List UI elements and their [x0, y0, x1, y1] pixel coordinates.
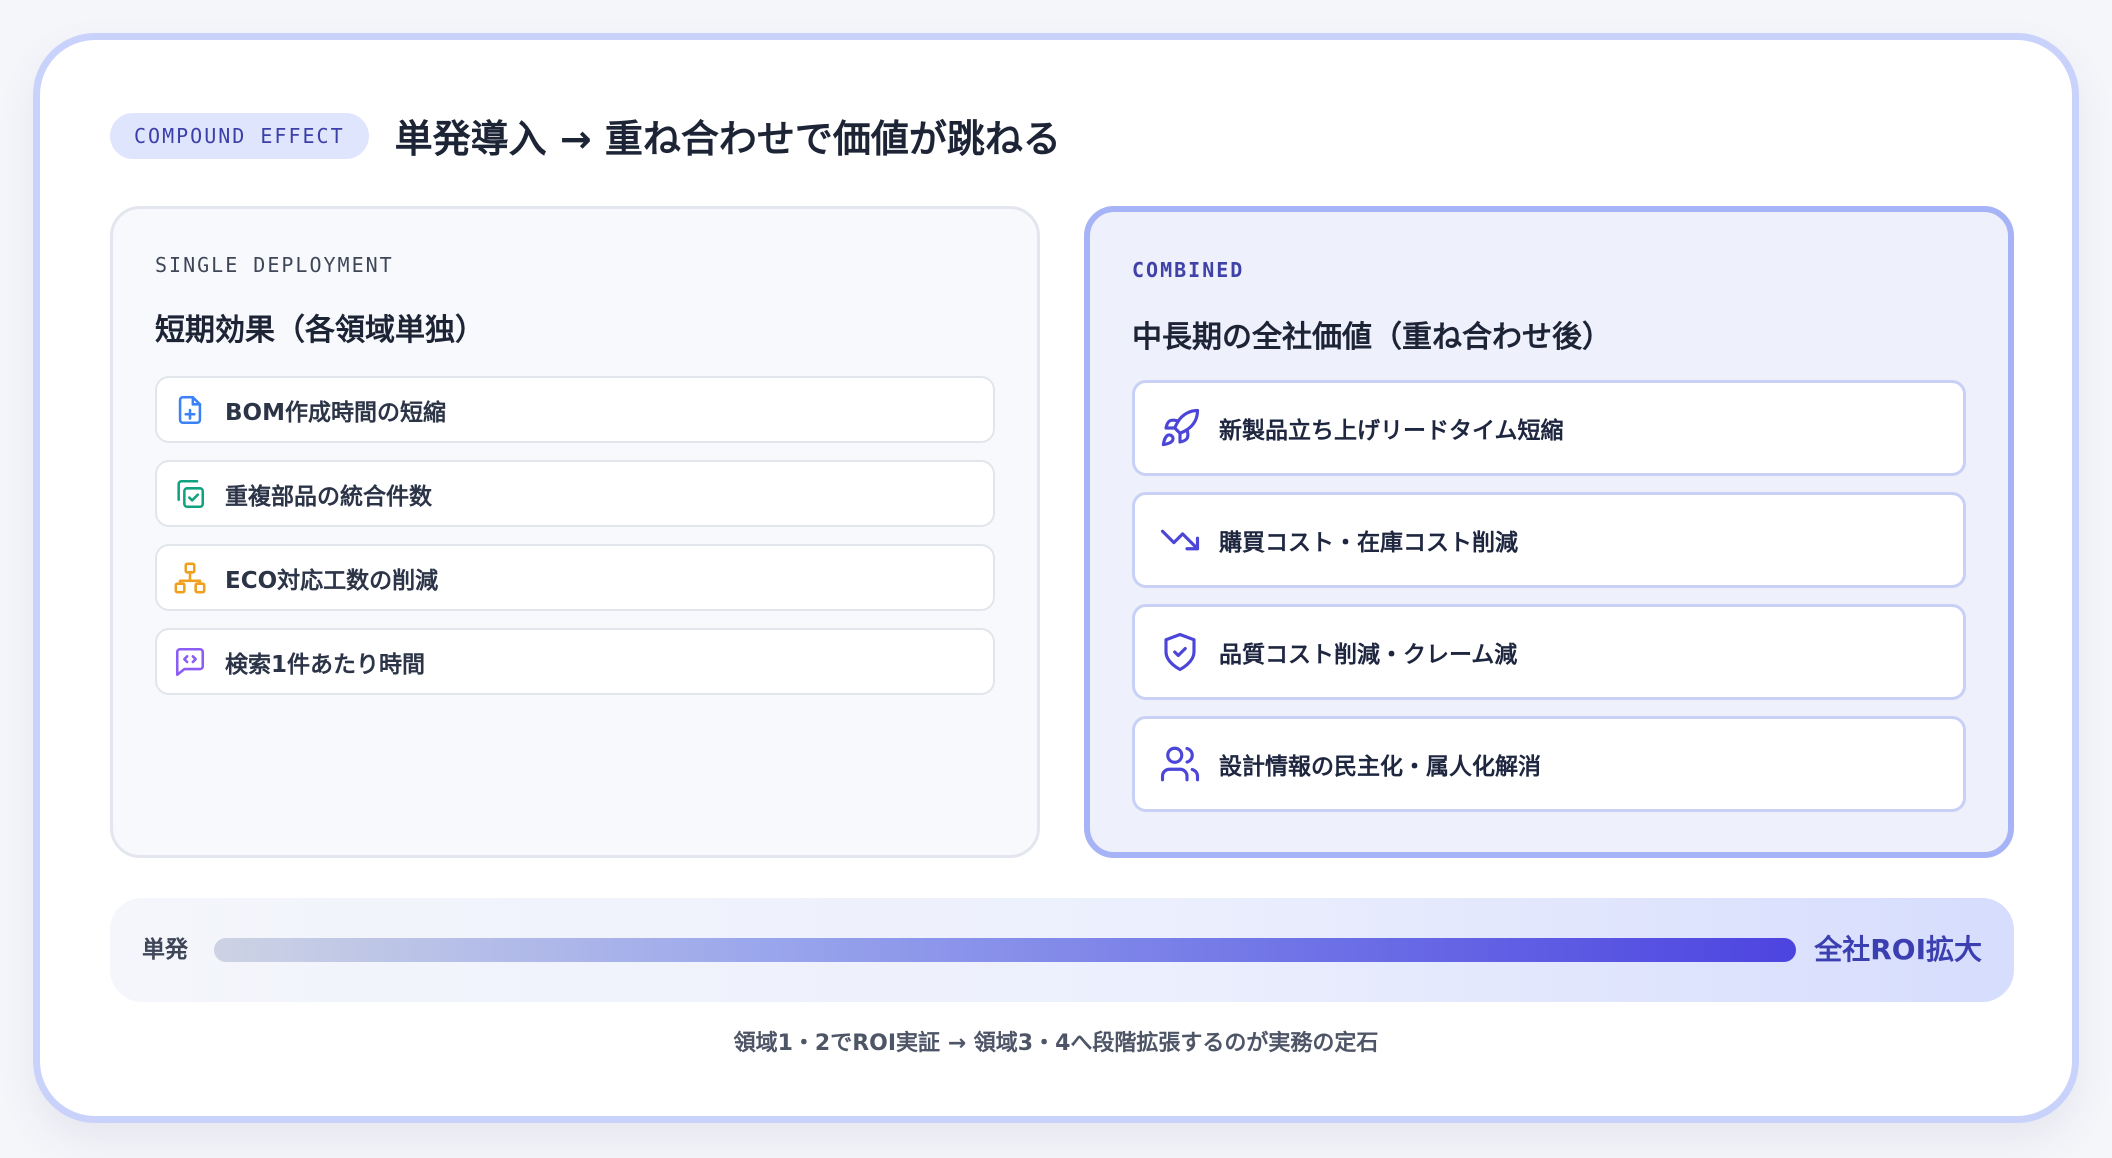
list-item-label: 重複部品の統合件数	[225, 483, 432, 510]
combined-list: 新製品立ち上げリードタイム短縮 購買コスト・在庫コスト削減 品質コスト削減・クレ…	[1132, 380, 1966, 828]
list-item-label: BOM作成時間の短縮	[225, 399, 446, 426]
list-item-label: 新製品立ち上げリードタイム短縮	[1219, 418, 1564, 444]
single-deployment-title: 短期効果（各領域単独）	[155, 313, 485, 348]
progress-end-label: 全社ROI拡大	[1814, 933, 1982, 966]
list-item-eco-effort: ECO対応工数の削減	[155, 544, 995, 611]
progress-fill	[214, 938, 1796, 962]
progress-start-label: 単発	[142, 937, 188, 963]
list-item-label: 品質コスト削減・クレーム減	[1219, 642, 1518, 668]
code-message-icon	[173, 645, 207, 679]
list-item-search-time: 検索1件あたり時間	[155, 628, 995, 695]
list-item-label: 購買コスト・在庫コスト削減	[1219, 530, 1518, 556]
list-item-lead-time: 新製品立ち上げリードタイム短縮	[1132, 380, 1966, 476]
single-deployment-panel: SINGLE DEPLOYMENT 短期効果（各領域単独） BOM作成時間の短縮	[110, 206, 1040, 858]
list-item-design-info: 設計情報の民主化・属人化解消	[1132, 716, 1966, 812]
list-item-label: 設計情報の民主化・属人化解消	[1219, 754, 1541, 780]
shield-check-icon	[1159, 631, 1201, 673]
rocket-icon	[1159, 407, 1201, 449]
combined-eyebrow: COMBINED	[1132, 258, 1245, 282]
list-item-duplicate-parts: 重複部品の統合件数	[155, 460, 995, 527]
footnote: 領域1・2でROI実証 → 領域3・4へ段階拡張するのが実務の定石	[733, 1031, 1379, 1056]
list-item-purchase-cost: 購買コスト・在庫コスト削減	[1132, 492, 1966, 588]
compound-effect-badge: COMPOUND EFFECT	[110, 112, 369, 159]
list-item-label: ECO対応工数の削減	[225, 567, 439, 594]
roi-progress: 単発 全社ROI拡大	[110, 898, 2014, 1002]
combined-title: 中長期の全社価値（重ね合わせ後）	[1132, 320, 1612, 355]
combined-panel: COMBINED 中長期の全社価値（重ね合わせ後） 新製品立ち上げリードタイム短…	[1084, 206, 2014, 858]
network-icon	[173, 561, 207, 595]
single-deployment-list: BOM作成時間の短縮 重複部品の統合件数 ECO対応工数の削減 検索1件あたり時…	[155, 376, 995, 712]
list-item-label: 検索1件あたり時間	[225, 651, 426, 678]
trending-down-icon	[1159, 519, 1201, 561]
header: COMPOUND EFFECT 単発導入 → 重ね合わせで価値が跳ねる	[110, 108, 1061, 163]
copy-check-icon	[173, 477, 207, 511]
file-plus-icon	[173, 393, 207, 427]
users-icon	[1159, 743, 1201, 785]
list-item-quality-cost: 品質コスト削減・クレーム減	[1132, 604, 1966, 700]
compound-effect-card: COMPOUND EFFECT 単発導入 → 重ね合わせで価値が跳ねる SING…	[33, 33, 2079, 1123]
list-item-bom-time: BOM作成時間の短縮	[155, 376, 995, 443]
single-deployment-eyebrow: SINGLE DEPLOYMENT	[155, 253, 394, 277]
progress-track	[214, 938, 1796, 962]
page-title: 単発導入 → 重ね合わせで価値が跳ねる	[394, 117, 1061, 161]
